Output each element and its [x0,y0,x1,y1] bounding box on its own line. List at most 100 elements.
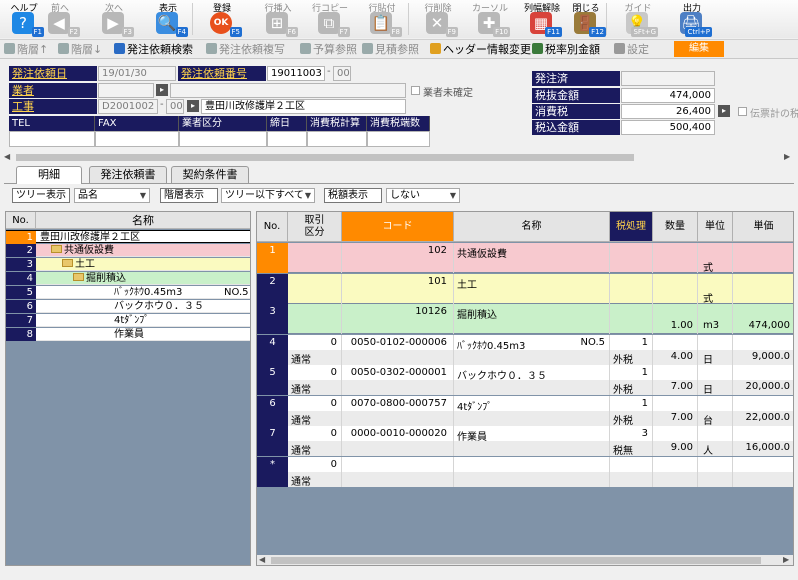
grid-cell-unit[interactable]: 式 [698,243,733,274]
grid-cell-qty[interactable] [653,243,698,273]
grid-cell-unit[interactable]: 人 [698,426,733,457]
grid-cell-price[interactable] [733,457,793,487]
grid-row[interactable]: 4 0 通常 0050-0102-000006 ﾊﾞｯｸﾎｳ0.45m3 NO.5 1 外税 4… [257,334,793,366]
grid-cell-unit[interactable] [698,456,733,487]
toolbar-button-13[interactable]: 出力 🖨 Ctrl+P [668,0,716,38]
slip-tax-checkbox[interactable] [738,107,747,116]
subtoolbar-button-2[interactable]: 発注依頼検索 [114,42,193,57]
grid-cell-unit[interactable]: 式 [698,273,733,305]
grid-cell-kubun[interactable] [288,304,342,334]
grid-cell-name[interactable]: ﾊﾞｯｸﾎｳ0.45m3 NO.5 [454,334,610,365]
grid-cell-name[interactable]: 4tﾀﾞﾝﾌﾟ [454,395,610,426]
grid-cell-kubun[interactable]: 0 通常 [288,426,342,457]
grid-cell-name[interactable]: 土工 [454,273,610,304]
toolbar-button-8[interactable]: 行削除 ✕ F9 [414,0,462,38]
grid-row[interactable]: 1 102 共通仮設費式 [257,243,793,274]
grid-cell-tax[interactable]: 1 外税 [610,365,653,396]
toolbar-button-4[interactable]: 登録 OK F5 [198,0,246,38]
grid-row[interactable]: 3 10126 掘削積込 1.00 m3 474,000 [257,304,793,334]
toolbar-button-1[interactable]: 前へ ◀ F2 [36,0,84,38]
subtoolbar-button-3[interactable]: 発注依頼複写 [206,42,285,57]
grid-row[interactable]: 2 101 土工式 [257,273,793,305]
grid-cell-name[interactable]: バックホウ０．３５ [454,365,610,395]
grid-cell-code[interactable]: 0050-0302-000001 [342,365,454,395]
work-sub-field[interactable]: 00 [166,99,184,114]
grid-cell-price[interactable]: 474,000 [733,304,793,334]
grid-cell-kubun[interactable]: 0 通常 [288,456,342,488]
grid-cell-tax[interactable] [610,304,653,334]
order-date-field[interactable]: 19/01/30 [98,66,176,81]
subtoolbar-button-8[interactable]: 設定 [614,42,649,57]
grid-cell-qty[interactable]: 9.00 [653,426,698,456]
subtoolbar-button-4[interactable]: 予算参照 [300,42,357,57]
scroll-left-arrow-icon[interactable]: ◀ [4,152,10,161]
grid-cell-code[interactable]: 101 [342,273,454,304]
tree-display-select[interactable]: 品名 ▼ [74,188,150,203]
toolbar-button-6[interactable]: 行コピー ⧉ F7 [306,0,354,38]
subtoolbar-button-7[interactable]: 税率別金額 [532,42,600,57]
scroll-left-arrow-icon[interactable]: ◀ [259,555,265,564]
grid-header-code[interactable]: コード [342,212,454,242]
tax-detail-button[interactable]: ▸ [718,105,730,117]
grid-cell-qty[interactable]: 7.00 [653,395,698,426]
grid-cell-price[interactable]: 20,000.0 [733,365,793,395]
header-horizontal-scrollbar[interactable]: ◀ ▶ [4,152,794,162]
grid-cell-code[interactable]: 0070-0800-000757 [342,395,454,426]
grid-cell-unit[interactable]: 日 [698,365,733,396]
grid-cell-kubun[interactable] [288,273,342,304]
toolbar-button-3[interactable]: 表示 🔍 F4 [144,0,192,38]
vendor-name-field[interactable] [170,83,406,98]
grid-cell-unit[interactable]: 台 [698,395,733,427]
grid-cell-kubun[interactable] [288,243,342,273]
grid-cell-tax[interactable]: 1 外税 [610,395,653,427]
work-search-button[interactable]: ▸ [187,100,199,112]
tree-row[interactable]: 6 バックホウ０．３５ [6,300,250,313]
grid-cell-tax[interactable] [610,243,653,273]
grid-row[interactable]: 7 0 通常 0000-0010-000020 作業員 3 税無 9.00 人 16,000.0 [257,426,793,457]
work-name-field[interactable]: 豊田川改修護岸２工区 [201,99,406,114]
grid-scrollbar-thumb[interactable] [271,557,761,564]
grid-cell-code[interactable] [342,456,454,487]
grid-cell-name[interactable]: 作業員 [454,426,610,456]
scroll-right-arrow-icon[interactable]: ▶ [783,555,789,564]
grid-cell-qty[interactable]: 1.00 [653,304,698,334]
toolbar-button-2[interactable]: 次へ ▶ F3 [90,0,138,38]
tab-details[interactable]: 明細 [16,166,82,184]
grid-cell-name[interactable] [454,456,610,487]
grid-cell-kubun[interactable]: 0 通常 [288,365,342,396]
vendor-unconfirmed-checkbox[interactable] [411,86,420,95]
grid-cell-unit[interactable]: 日 [698,334,733,366]
grid-cell-kubun[interactable]: 0 通常 [288,334,342,366]
order-number-sub-field[interactable]: 00 [333,66,351,81]
subtoolbar-button-6[interactable]: ヘッダー情報変更 [430,42,531,57]
scrollbar-thumb[interactable] [16,154,634,161]
toolbar-button-9[interactable]: カーソル ✚ F10 [466,0,514,38]
grid-row[interactable]: * 0 通常 [257,456,793,488]
grid-cell-code[interactable]: 0000-0010-000020 [342,426,454,456]
toolbar-button-10[interactable]: 列幅解除 ▦ F11 [518,0,566,38]
grid-cell-code[interactable]: 10126 [342,304,454,334]
tab-contract-terms[interactable]: 契約条件書 [171,166,249,183]
toolbar-button-7[interactable]: 行貼付 📋 F8 [358,0,406,38]
tab-order-request[interactable]: 発注依頼書 [89,166,167,183]
toolbar-button-11[interactable]: 閉じる 🚪 F12 [562,0,610,38]
tree-row[interactable]: 7 4tﾀﾞﾝﾌﾟ [6,314,250,327]
subtoolbar-button-0[interactable]: 階層↑ [4,42,48,57]
grid-row[interactable]: 6 0 通常 0070-0800-000757 4tﾀﾞﾝﾌﾟ 1 外税 7.00 台 22,00… [257,395,793,427]
grid-cell-tax[interactable]: 1 外税 [610,334,653,366]
toolbar-button-5[interactable]: 行挿入 ⊞ F6 [254,0,302,38]
grid-cell-tax[interactable] [610,456,653,487]
tax-display-select[interactable]: しない ▼ [386,188,460,203]
grid-horizontal-scrollbar[interactable]: ◀ ▶ [257,555,793,565]
grid-cell-name[interactable]: 共通仮設費 [454,243,610,273]
grid-cell-code[interactable]: 0050-0102-000006 [342,334,454,365]
subtoolbar-button-5[interactable]: 見積参照 [362,42,419,57]
tree-row[interactable]: 5 ﾊﾞｯｸﾎｳ0.45m3 NO.5 [6,286,250,299]
grid-row[interactable]: 5 0 通常 0050-0302-000001 バックホウ０．３５ 1 外税 7.00 日 20,… [257,365,793,396]
tree-row[interactable]: 4 掘削積込 [6,272,250,285]
vendor-code-field[interactable] [98,83,154,98]
tree-row[interactable]: 1 豊田川改修護岸２工区 [6,230,250,244]
tree-row[interactable]: 3 土工 [6,258,250,271]
grid-cell-unit[interactable]: m3 [698,304,733,334]
grid-cell-price[interactable]: 16,000.0 [733,426,793,456]
